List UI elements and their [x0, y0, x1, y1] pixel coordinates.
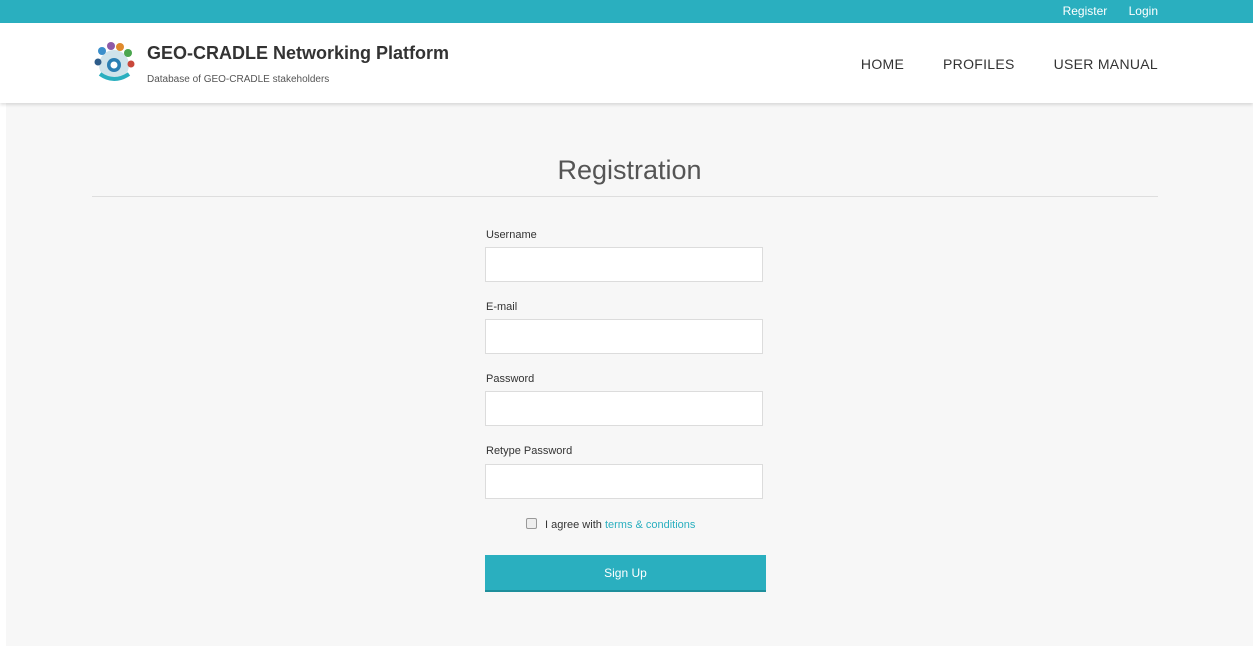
main-nav: HOME PROFILES USER MANUAL	[826, 56, 1158, 72]
email-label: E-mail	[486, 301, 518, 313]
site-subtitle: Database of GEO-CRADLE stakeholders	[147, 74, 330, 85]
nav-profiles[interactable]: PROFILES	[943, 56, 1015, 72]
top-bar: Register Login	[0, 0, 1253, 23]
register-link[interactable]: Register	[1063, 4, 1108, 18]
geo-cradle-logo-icon[interactable]	[92, 40, 136, 84]
terms-agreement: I agree with terms & conditions	[526, 518, 695, 531]
retype-password-input[interactable]	[485, 464, 763, 499]
nav-home[interactable]: HOME	[861, 56, 904, 72]
username-label: Username	[486, 229, 537, 241]
page-title: Registration	[557, 155, 702, 185]
title-divider	[92, 196, 1158, 197]
sign-up-button[interactable]: Sign Up	[485, 555, 766, 592]
site-header: GEO-CRADLE Networking Platform Database …	[0, 23, 1253, 103]
terms-checkbox[interactable]	[526, 518, 537, 529]
terms-link[interactable]: terms & conditions	[605, 519, 695, 531]
username-input[interactable]	[485, 247, 763, 282]
password-input[interactable]	[485, 391, 763, 426]
site-title[interactable]: GEO-CRADLE Networking Platform	[147, 43, 449, 64]
agree-text: I agree with	[545, 519, 602, 531]
email-input[interactable]	[485, 319, 763, 354]
account-links: Register Login	[1045, 4, 1158, 18]
nav-user-manual[interactable]: USER MANUAL	[1054, 56, 1158, 72]
registration-section: Registration Username E-mail Password Re…	[6, 103, 1253, 646]
retype-password-label: Retype Password	[486, 445, 573, 457]
password-label: Password	[486, 373, 535, 385]
login-link[interactable]: Login	[1129, 4, 1158, 18]
